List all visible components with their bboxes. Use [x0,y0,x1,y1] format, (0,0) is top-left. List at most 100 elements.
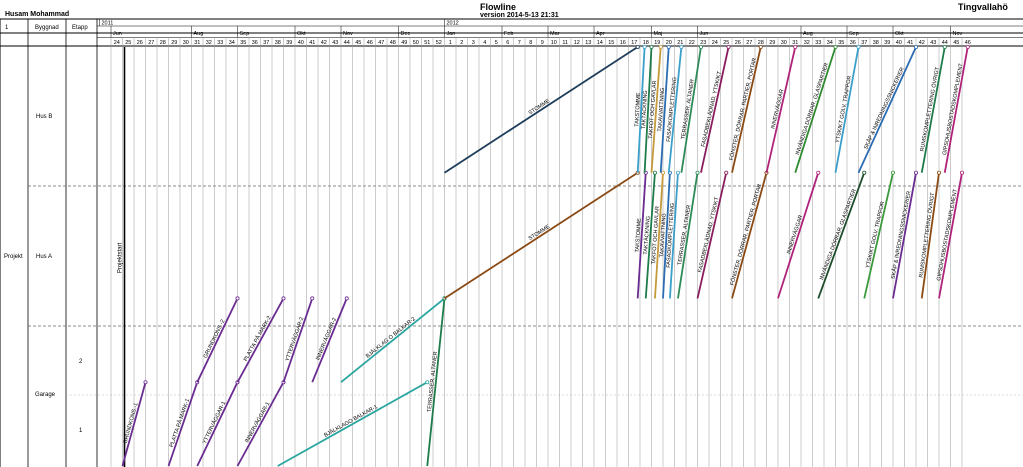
week-tick-label: 6 [506,40,509,46]
week-tick-label: 41 [309,40,315,46]
series-label: INNERVÄGGAR [770,88,786,129]
week-tick-label: 39 [884,40,890,46]
series-endpoint [635,45,640,50]
week-tick-label: 4 [483,40,486,46]
week-tick-label: 27 [148,40,154,46]
series-label: BJÄLKLAG O BALKAR-2 [364,315,416,359]
week-tick-label: 15 [608,40,614,46]
series-endpoint [642,45,647,50]
series-endpoint [666,45,671,50]
week-tick-label: 42 [321,40,327,46]
week-tick-label: 12 [574,40,580,46]
year-label: 2011 [102,21,114,27]
week-tick-label: 18 [643,40,649,46]
week-tick-label: 32 [206,40,212,46]
month-label: Jan [447,31,456,37]
series-endpoint [698,45,703,50]
month-label: Okt [297,31,306,37]
flowline-chart: 1 Byggnad Etapp Projekt Hus B Hus A Gara… [0,18,1023,467]
month-label: Sep [240,31,250,37]
week-tick-label: 33 [217,40,223,46]
series-endpoint [281,296,286,301]
year-label: 2012 [447,21,459,27]
series-endpoint [833,45,838,50]
week-tick-label: 19 [654,40,660,46]
week-tick-label: 38 [873,40,879,46]
week-tick-label: 11 [562,40,568,46]
series-endpoint [235,296,240,301]
week-tick-label: 14 [597,40,603,46]
row-label-garage-2: 2 [79,359,83,365]
series-label: PLATTA PÅ MARK-1 [168,398,191,448]
week-tick-label: 16 [620,40,626,46]
week-tick-label: 27 [746,40,752,46]
row-label-garage: Garage [35,392,56,398]
month-label: Aug [194,31,204,37]
series-endpoint [661,170,666,175]
week-tick-label: 31 [194,40,200,46]
month-label: Maj [654,31,663,37]
series-label: RUMSKOMPLETTERING ÖVRIGT [919,66,941,152]
week-tick-label: 7 [518,40,521,46]
week-tick-label: 43 [332,40,338,46]
series-label: YTSKIKT GOLV, TRAPPOR [835,75,853,143]
series-label: FÖNSTER, DÖRRAR, PARTIER, PORTAR [729,183,764,286]
milestone-label: Projektstart [118,242,124,273]
month-label: Mar [550,31,560,37]
col3-header: Etapp [72,25,88,31]
series-label: FASADBEKLÄDNAD, YTSKIKT [700,70,724,148]
week-tick-label: 37 [263,40,269,46]
week-tick-label: 13 [585,40,591,46]
week-tick-label: 45 [953,40,959,46]
week-tick-label: 40 [298,40,304,46]
week-tick-label: 10 [551,40,557,46]
series-endpoint [914,170,919,175]
series-label: PLATTA PÅ MARK-2 [242,315,273,363]
week-tick-label: 28 [160,40,166,46]
series-label: FASADBEKLÄDNAD, YTSKIKT [696,196,720,273]
series-label: BJÄLKLAGO BALKAR-1 [323,403,379,439]
week-tick-label: 29 [171,40,177,46]
week-tick-label: 36 [252,40,258,46]
week-tick-label: 26 [137,40,143,46]
series-endpoint [856,45,861,50]
week-tick-label: 45 [355,40,361,46]
series-endpoint [758,45,763,50]
week-tick-label: 26 [735,40,741,46]
series-label: INVÄNDIGA DÖRRAR, GLASPARTIER [794,62,830,156]
week-tick-label: 35 [240,40,246,46]
series: ProjektstartGRUNDKONS.-1 PLATTA PÅ MARK-1… [118,45,970,467]
row-label-hus-b: Hus B [36,114,52,120]
week-tick-label: 44 [344,40,350,46]
week-tick-label: 24 [114,40,120,46]
week-tick-label: 50 [413,40,419,46]
week-tick-label: 8 [529,40,532,46]
series-endpoint [143,380,148,385]
week-tick-label: 40 [896,40,902,46]
week-tick-label: 5 [495,40,498,46]
week-tick-label: 42 [919,40,925,46]
month-label: Sep [849,31,859,37]
series-label: FÖNSTER, DÖRRAR, PARTIER, PORTAR [728,57,758,161]
month-label: Okt [895,31,904,37]
week-tick-label: 17 [631,40,637,46]
series-endpoint [942,45,947,50]
row-label-hus-a: Hus A [36,254,52,260]
series-endpoint [726,45,731,50]
week-tick-label: 46 [367,40,373,46]
month-label: Jun [113,31,122,37]
series-label: YTTERVÄGGAR-1 [201,400,227,445]
week-tick-label: 39 [286,40,292,46]
week-tick-label: 29 [769,40,775,46]
week-tick-label: 35 [838,40,844,46]
series-endpoint [793,45,798,50]
series-endpoint [960,170,965,175]
month-label: Nov [953,31,963,37]
series-label: GIPSDHUSBOSTADSKOMPLEMENT [936,188,959,281]
month-label: Aug [803,31,813,37]
week-tick-label: 21 [677,40,683,46]
week-tick-label: 1 [449,40,452,46]
week-tick-label: 3 [472,40,475,46]
week-tick-label: 34 [827,40,833,46]
col2-header: Byggnad [35,25,59,31]
